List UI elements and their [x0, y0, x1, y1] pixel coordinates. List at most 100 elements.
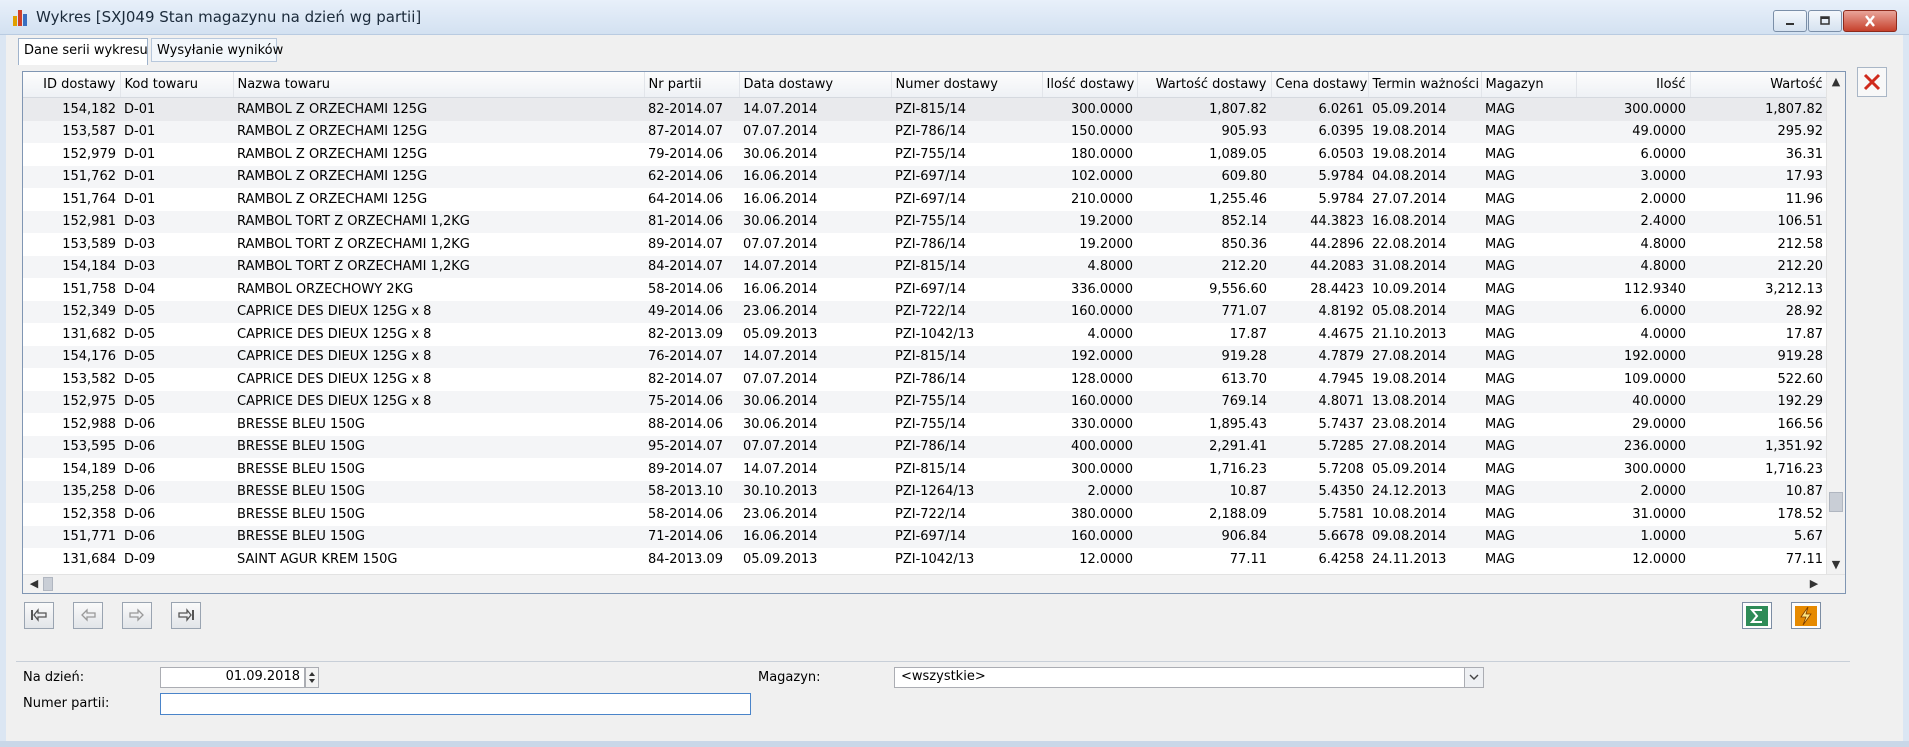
column-header[interactable]: Cena dostawy: [1271, 72, 1369, 98]
table-cell: 82-2013.09: [648, 326, 723, 342]
table-cell: MAG: [1481, 435, 1576, 458]
column-header[interactable]: Numer dostawy: [891, 72, 1043, 98]
table-row[interactable]: 154,176 D-05 CAPRICE DES DIEUX 125G x 8 76-…: [23, 345, 1827, 368]
chart-app-icon: [12, 10, 28, 26]
minimize-button[interactable]: [1773, 10, 1807, 32]
table-cell: PZI-697/14: [891, 525, 1042, 548]
table-cell: BRESSE BLEU 150G: [233, 525, 644, 548]
table-cell: 11.96: [1785, 191, 1823, 207]
table-cell: PZI-697/14: [895, 191, 967, 207]
table-cell: 58-2014.06: [648, 506, 723, 522]
table-cell: 613.70: [1221, 371, 1268, 387]
table-row[interactable]: 152,349 D-05 CAPRICE DES DIEUX 125G x 8 49-…: [23, 300, 1827, 323]
table-row[interactable]: 152,358 D-06 BRESSE BLEU 150G 58-2014.06 23.…: [23, 503, 1827, 526]
tab-dane-serii[interactable]: Dane serii wykresu: [18, 38, 148, 65]
scroll-up-icon[interactable]: ▲: [1827, 75, 1845, 88]
table-cell: 28.4423: [1310, 281, 1364, 297]
table-row[interactable]: 152,979 D-01 RAMBOL Z ORZECHAMI 125G 79-201…: [23, 143, 1827, 166]
table-cell: 79-2014.06: [648, 146, 723, 162]
horizontal-scrollbar[interactable]: ◀ ▶: [23, 574, 1845, 593]
table-cell: 3.0000: [1576, 165, 1690, 188]
window-close-button[interactable]: [1843, 10, 1897, 32]
column-header[interactable]: Wartość: [1690, 72, 1828, 98]
na-dzien-date-input[interactable]: 01.09.2018: [160, 667, 305, 688]
table-cell: 769.14: [1137, 390, 1271, 413]
column-header[interactable]: Ilość: [1576, 72, 1691, 98]
numer-partii-input[interactable]: [160, 693, 751, 715]
table-row[interactable]: 154,182 D-01 RAMBOL Z ORZECHAMI 125G 82-201…: [23, 97, 1827, 121]
table-row[interactable]: 153,587 D-01 RAMBOL Z ORZECHAMI 125G 87-201…: [23, 120, 1827, 143]
scroll-left-icon[interactable]: ◀: [25, 577, 43, 590]
first-record-button[interactable]: [24, 602, 54, 629]
table-cell: 300.0000: [1576, 97, 1690, 121]
vertical-scrollbar[interactable]: ▲ ▼: [1826, 72, 1845, 575]
table-row[interactable]: 153,589 D-03 RAMBOL TORT Z ORZECHAMI 1,2KG…: [23, 233, 1827, 256]
date-spinner[interactable]: [305, 667, 319, 688]
table-cell: 44.3823: [1271, 210, 1368, 233]
table-row[interactable]: 152,981 D-03 RAMBOL TORT Z ORZECHAMI 1,2KG…: [23, 210, 1827, 233]
column-header[interactable]: Kod towaru: [120, 72, 234, 98]
table-cell: 36.31: [1785, 146, 1823, 162]
maximize-button[interactable]: [1808, 10, 1842, 32]
table-row[interactable]: 154,184 D-03 RAMBOL TORT Z ORZECHAMI 1,2KG…: [23, 255, 1827, 278]
table-cell: PZI-786/14: [895, 236, 967, 252]
column-header[interactable]: Nazwa towaru: [233, 72, 645, 98]
next-record-button[interactable]: [122, 602, 152, 629]
column-header[interactable]: Ilość dostawy: [1042, 72, 1138, 98]
column-header[interactable]: Magazyn: [1481, 72, 1577, 98]
sum-button[interactable]: [1742, 602, 1772, 629]
scroll-down-icon[interactable]: ▼: [1827, 558, 1845, 571]
column-header[interactable]: ID dostawy: [23, 72, 121, 98]
table-cell: 919.28: [1690, 345, 1827, 368]
table-row[interactable]: 153,582 D-05 CAPRICE DES DIEUX 125G x 8 82-…: [23, 368, 1827, 391]
table-cell: 23.06.2014: [739, 300, 891, 323]
column-header[interactable]: Termin ważności: [1368, 72, 1482, 98]
data-grid[interactable]: ID dostawy Kod towaru Nazwa towaru Nr pa…: [22, 71, 1846, 594]
table-row[interactable]: 154,189 D-06 BRESSE BLEU 150G 89-2014.07 14.…: [23, 458, 1827, 481]
table-cell: 2,188.09: [1209, 506, 1267, 522]
table-cell: MAG: [1485, 461, 1515, 477]
table-cell: 154,176: [23, 345, 120, 368]
horizontal-scroll-thumb[interactable]: [43, 577, 53, 591]
close-x-button[interactable]: [1857, 67, 1887, 97]
table-row[interactable]: 151,771 D-06 BRESSE BLEU 150G 71-2014.06 16.…: [23, 525, 1827, 548]
table-cell: 44.2083: [1271, 255, 1368, 278]
tab-wysylanie[interactable]: Wysyłanie wyników: [151, 38, 283, 62]
scroll-right-icon[interactable]: ▶: [1805, 577, 1823, 590]
column-header[interactable]: Nr partii: [644, 72, 740, 98]
refresh-lightning-button[interactable]: [1791, 602, 1821, 629]
last-record-button[interactable]: [171, 602, 201, 629]
table-cell: 10.87: [1137, 480, 1271, 503]
table-row[interactable]: 152,988 D-06 BRESSE BLEU 150G 88-2014.06 30.…: [23, 413, 1827, 436]
table-row[interactable]: 131,684 D-09 SAINT AGUR KREM 150G 84-2013.0…: [23, 548, 1827, 571]
table-row[interactable]: 152,975 D-05 CAPRICE DES DIEUX 125G x 8 75-…: [23, 390, 1827, 413]
table-row[interactable]: 135,258 D-06 BRESSE BLEU 150G 58-2013.10 30.…: [23, 480, 1827, 503]
table-cell: D-06: [124, 461, 156, 477]
table-cell: 192.29: [1690, 390, 1827, 413]
table-cell: 16.06.2014: [739, 165, 891, 188]
chevron-down-icon: [1469, 674, 1479, 680]
table-cell: MAG: [1481, 300, 1576, 323]
na-dzien-label: Na dzień:: [23, 670, 85, 685]
column-header[interactable]: Wartość dostawy: [1137, 72, 1272, 98]
table-cell: 88-2014.06: [648, 416, 723, 432]
table-cell: 77.11: [1229, 551, 1267, 567]
table-row[interactable]: 151,764 D-01 RAMBOL Z ORZECHAMI 125G 64-201…: [23, 188, 1827, 211]
table-cell: 152,349: [23, 300, 120, 323]
table-row[interactable]: 151,762 D-01 RAMBOL Z ORZECHAMI 125G 62-201…: [23, 165, 1827, 188]
previous-record-button[interactable]: [73, 602, 103, 629]
table-cell: 4.4675: [1318, 326, 1365, 342]
vertical-scroll-thumb[interactable]: [1829, 492, 1843, 512]
table-cell: 300.0000: [1042, 97, 1137, 121]
column-header[interactable]: Data dostawy: [739, 72, 892, 98]
grid-body: 154,182 D-01 RAMBOL Z ORZECHAMI 125G 82-201…: [23, 97, 1827, 571]
table-row[interactable]: 131,682 D-05 CAPRICE DES DIEUX 125G x 8 82-…: [23, 323, 1827, 346]
table-cell: SAINT AGUR KREM 150G: [237, 551, 398, 567]
table-row[interactable]: 151,758 D-04 RAMBOL ORZECHOWY 2KG 58-2014.0…: [23, 278, 1827, 301]
table-row[interactable]: 153,595 D-06 BRESSE BLEU 150G 95-2014.07 07.…: [23, 435, 1827, 458]
magazyn-select[interactable]: <wszystkie>: [894, 667, 1484, 688]
table-cell: 153,589: [62, 236, 116, 252]
table-cell: 102.0000: [1042, 165, 1137, 188]
magazyn-dropdown-button[interactable]: [1464, 668, 1483, 687]
table-cell: 153,595: [23, 435, 120, 458]
